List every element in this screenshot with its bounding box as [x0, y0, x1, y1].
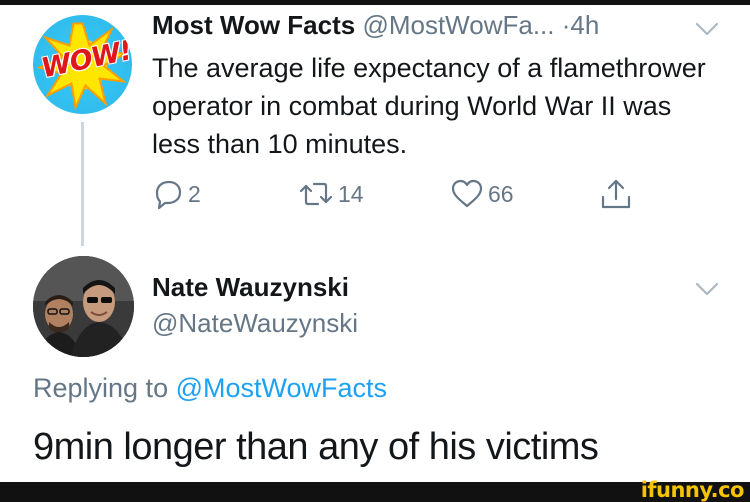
replying-to-mention[interactable]: @MostWowFacts — [176, 373, 387, 403]
author-handle[interactable]: @MostWowFa... — [362, 10, 554, 40]
tweet-time[interactable]: 4h — [570, 10, 599, 40]
like-icon — [451, 179, 483, 208]
tweet-text: The average life expectancy of a flameth… — [152, 53, 706, 159]
tweet-header: Most Wow Facts @MostWowFa... ·4h — [152, 10, 599, 41]
author-handle[interactable]: @NateWauzynski — [152, 308, 358, 339]
reply-text: 9min longer than any of his victims — [33, 426, 599, 468]
share-button[interactable] — [599, 176, 633, 212]
author-name[interactable]: Most Wow Facts — [152, 10, 355, 40]
retweet-button[interactable]: 14 — [298, 176, 364, 212]
top-border — [0, 0, 750, 5]
retweet-count: 14 — [338, 180, 364, 207]
tweet-actions: 2 14 66 — [152, 176, 652, 212]
bottom-border — [0, 482, 750, 502]
like-button[interactable]: 66 — [450, 176, 514, 212]
like-count: 66 — [488, 180, 514, 207]
chevron-down-icon[interactable] — [694, 281, 720, 297]
share-icon — [601, 179, 631, 209]
reply-icon — [155, 180, 182, 210]
avatar-most-wow-facts[interactable]: WOW! — [33, 15, 132, 114]
retweet-icon — [299, 182, 333, 206]
ifunny-watermark: ifunny.co — [640, 478, 745, 502]
profile-photo — [33, 256, 134, 357]
reply-count: 2 — [188, 180, 201, 207]
author-name[interactable]: Nate Wauzynski — [152, 272, 349, 303]
replying-to-line: Replying to @MostWowFacts — [33, 373, 387, 404]
thread-connector — [81, 122, 84, 246]
replying-prefix: Replying to — [33, 373, 176, 403]
reply-button[interactable]: 2 — [152, 176, 201, 212]
chevron-down-icon[interactable] — [694, 21, 720, 37]
avatar-nate-wauzynski[interactable] — [33, 256, 134, 357]
